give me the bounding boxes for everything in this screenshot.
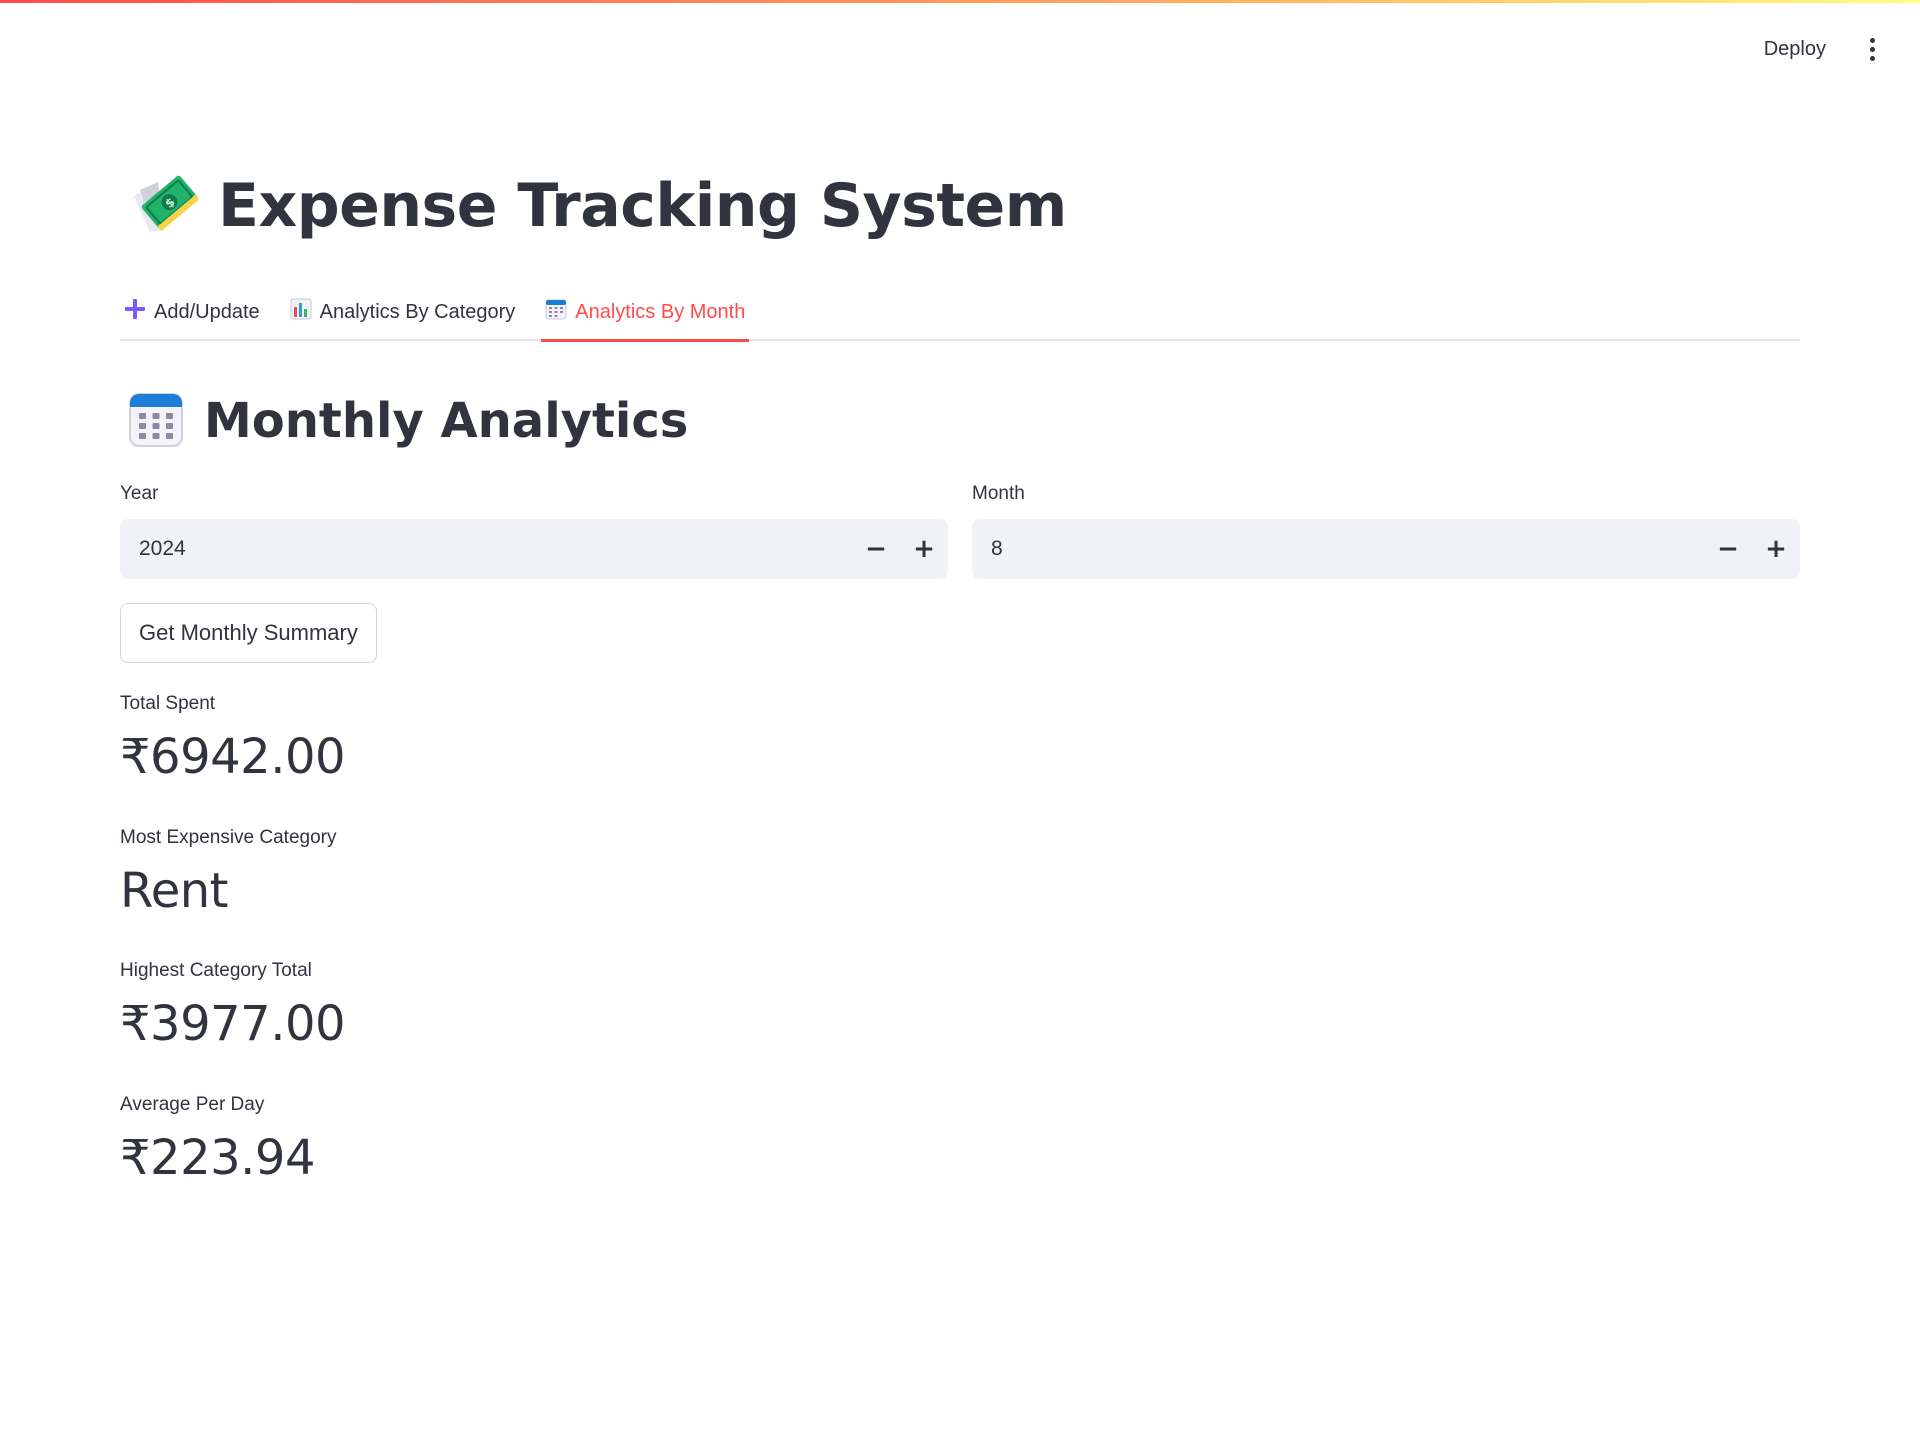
metric-highest-category-total: Highest Category Total ₹3977.00: [120, 960, 346, 1052]
month-number-input: − +: [972, 518, 1800, 580]
money-with-wings-icon: $: [130, 170, 200, 242]
metric-label: Total Spent: [120, 693, 216, 714]
minus-icon: −: [1717, 534, 1739, 564]
top-decoration-bar: [0, 0, 1920, 3]
metric-average-per-day: Average Per Day ₹223.94: [120, 1094, 316, 1186]
plus-icon: [124, 298, 146, 326]
metric-label: Most Expensive Category: [120, 827, 337, 848]
metric-most-expensive-category: Most Expensive Category Rent: [120, 827, 337, 919]
year-input[interactable]: [120, 518, 852, 580]
plus-icon: +: [913, 534, 935, 564]
tab-analytics-by-month[interactable]: Analytics By Month: [541, 285, 750, 342]
tab-add-update[interactable]: Add/Update: [120, 285, 264, 339]
tab-label: Analytics By Category: [319, 300, 516, 323]
metric-label: Average Per Day: [120, 1094, 265, 1115]
year-increment-button[interactable]: +: [900, 519, 948, 579]
metric-total-spent: Total Spent ₹6942.00: [120, 693, 346, 785]
month-increment-button[interactable]: +: [1752, 519, 1800, 579]
year-number-input: − +: [120, 518, 948, 580]
metric-value: Rent: [120, 863, 228, 919]
tab-bar: Add/Update Analytics By Category Analyti…: [120, 285, 1800, 342]
calendar-icon: [128, 390, 184, 452]
metric-value: ₹6942.00: [120, 729, 346, 785]
year-label: Year: [120, 483, 159, 504]
month-decrement-button[interactable]: −: [1704, 519, 1752, 579]
year-decrement-button[interactable]: −: [852, 519, 900, 579]
page-title-row: $ Expense Tracking System: [130, 170, 1067, 242]
header-actions: Deploy: [1758, 30, 1884, 69]
tab-label: Add/Update: [154, 300, 260, 323]
calendar-icon: [545, 298, 567, 326]
metric-label: Highest Category Total: [120, 960, 312, 981]
get-monthly-summary-button[interactable]: Get Monthly Summary: [120, 603, 377, 663]
tab-label: Analytics By Month: [575, 300, 746, 323]
kebab-menu-icon[interactable]: [1860, 35, 1884, 65]
page-title: Expense Tracking System: [218, 171, 1067, 241]
month-input[interactable]: [972, 518, 1704, 580]
plus-icon: +: [1765, 534, 1787, 564]
bar-chart-icon: [290, 298, 312, 326]
deploy-button[interactable]: Deploy: [1758, 30, 1832, 69]
section-title-row: Monthly Analytics: [128, 390, 688, 452]
metric-value: ₹3977.00: [120, 996, 346, 1052]
tab-analytics-by-category[interactable]: Analytics By Category: [286, 285, 520, 339]
section-title: Monthly Analytics: [204, 393, 689, 449]
metric-value: ₹223.94: [120, 1130, 316, 1186]
minus-icon: −: [865, 534, 887, 564]
month-label: Month: [972, 483, 1025, 504]
